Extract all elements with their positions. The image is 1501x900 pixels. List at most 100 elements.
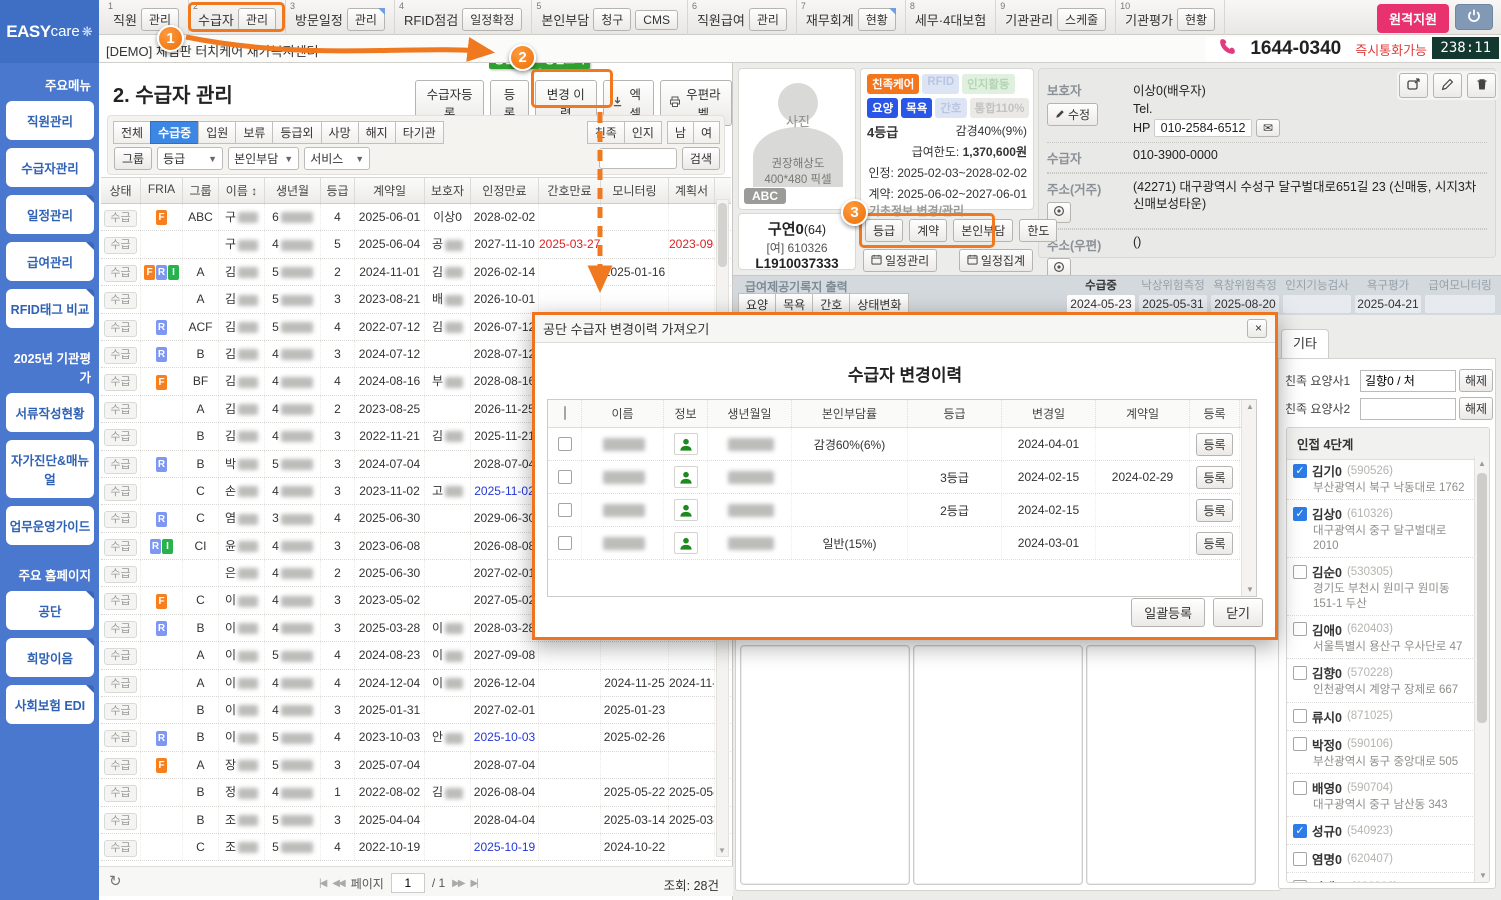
table-row[interactable]: 수급B이432025-01-312027-02-012025-01-23 xyxy=(101,697,731,724)
modal-table-row[interactable]: 감경60%(6%)2024-04-01등록 xyxy=(548,428,1256,461)
modal-table-scrollbar[interactable]: ▲ ▼ xyxy=(1241,400,1256,596)
scroll-up-icon[interactable]: ▲ xyxy=(1475,459,1489,468)
row-register-button[interactable]: 등록 xyxy=(1196,466,1232,489)
sidebar-item-자가진단&매뉴얼[interactable]: 자가진단&매뉴얼 xyxy=(6,440,94,498)
nav-item-label[interactable]: 방문일정 xyxy=(295,6,343,29)
nav-item-label[interactable]: 수급자 xyxy=(198,6,234,29)
nearby-checkbox[interactable] xyxy=(1293,880,1307,882)
page-input[interactable] xyxy=(391,873,425,893)
caregiver2-input[interactable] xyxy=(1360,398,1456,420)
nearby-list-item[interactable]: 김애0(620403)서울특별시 용산구 우사단로 47 xyxy=(1287,616,1475,659)
column-header-계획서[interactable]: 계획서 xyxy=(669,178,715,203)
nav-item-label[interactable]: 기관평가 xyxy=(1125,6,1173,29)
filter-tab-인지[interactable]: 인지 xyxy=(624,121,662,144)
nearby-list-item[interactable]: 배영0(590704)대구광역시 중구 남산동 343 xyxy=(1287,774,1475,817)
prev-page-icon[interactable]: ◀◀ xyxy=(332,878,343,889)
nearby-list-item[interactable]: ✓김기0(590526)부산광역시 북구 낙동대로 1762 xyxy=(1287,457,1475,500)
nav-item-label[interactable]: 본인부담 xyxy=(541,6,589,29)
nearby-list-item[interactable]: ✓김상0(610326)대구광역시 중구 달구벌대로 2010 xyxy=(1287,500,1475,558)
filter-tab-타기관[interactable]: 타기관 xyxy=(395,121,444,144)
nearby-checkbox[interactable] xyxy=(1293,737,1307,751)
status-date-chip[interactable] xyxy=(1283,295,1351,313)
nearby-checkbox[interactable] xyxy=(1293,666,1307,680)
search-input[interactable] xyxy=(599,148,677,169)
nearby-checkbox[interactable]: ✓ xyxy=(1293,507,1307,521)
filter-tab-전체[interactable]: 전체 xyxy=(113,121,151,144)
nearby-scrollbar[interactable]: ▲ ▼ xyxy=(1474,457,1489,882)
nav-button-관리[interactable]: 관리 xyxy=(749,8,787,31)
nav-item-label[interactable]: RFID점검 xyxy=(404,6,458,29)
nearby-list-item[interactable]: 염명0(620407) xyxy=(1287,845,1475,873)
nav-item-label[interactable]: 직원급여 xyxy=(697,6,745,29)
row-checkbox[interactable] xyxy=(558,437,572,451)
sidebar-item-직원관리[interactable]: 직원관리 xyxy=(6,101,94,140)
column-header-생년월[interactable]: 생년월 xyxy=(265,178,321,203)
nav-button-현황[interactable]: 현황 xyxy=(1177,8,1215,31)
row-checkbox[interactable] xyxy=(558,503,572,517)
sort-icon[interactable]: ↕ xyxy=(248,184,257,198)
scroll-up-icon[interactable]: ▲ xyxy=(1246,402,1254,411)
nearby-checkbox[interactable] xyxy=(1293,852,1307,866)
nearby-checkbox[interactable]: ✓ xyxy=(1293,824,1307,838)
filter-tab-보류[interactable]: 보류 xyxy=(235,121,273,144)
delete-button[interactable] xyxy=(1467,73,1496,98)
table-row[interactable]: 수급FA장532025-07-042028-07-04 xyxy=(101,752,731,779)
schedule-manage-button[interactable]: 일정관리 xyxy=(863,249,937,272)
search-button[interactable]: 검색 xyxy=(682,147,720,170)
select-등급[interactable]: 등급▼ xyxy=(157,147,223,170)
row-register-button[interactable]: 등록 xyxy=(1196,532,1232,555)
sidebar-item-사회보험 EDI[interactable]: 사회보험 EDI xyxy=(6,685,94,724)
sidebar-item-희망이음[interactable]: 희망이음 xyxy=(6,638,94,677)
person-info-icon[interactable] xyxy=(674,433,698,455)
modal-table-row[interactable]: 2등급2024-02-15등록 xyxy=(548,494,1256,527)
column-header-모니터링[interactable]: 모니터링 xyxy=(601,178,669,203)
table-row[interactable]: 수급B조532025-04-042028-04-042025-03-142025… xyxy=(101,807,731,834)
column-header-보호자[interactable]: 보호자 xyxy=(425,178,471,203)
open-window-button[interactable] xyxy=(1399,73,1428,98)
table-row[interactable]: 수급RB이542023-10-03안2025-10-032025-02-26 xyxy=(101,724,731,751)
status-date-chip[interactable]: 2025-05-31 xyxy=(1139,295,1207,313)
modal-table-row[interactable]: 3등급2024-02-152024-02-29등록 xyxy=(548,461,1256,494)
column-header-FRIA[interactable]: FRIA xyxy=(141,178,183,203)
row-checkbox[interactable] xyxy=(558,470,572,484)
modal-close-button[interactable]: 닫기 xyxy=(1213,598,1263,627)
sidebar-item-RFID태그 비교[interactable]: RFID태그 비교 xyxy=(6,289,94,328)
nav-button-CMS[interactable]: CMS xyxy=(635,10,678,30)
nav-button-관리[interactable]: 관리 xyxy=(347,8,385,31)
column-header-인정만료[interactable]: 인정만료 xyxy=(471,178,539,203)
select-서비스[interactable]: 서비스▼ xyxy=(304,147,370,170)
nearby-list-item[interactable]: ✓성규0(540923) xyxy=(1287,817,1475,845)
caregiver1-clear-button[interactable]: 해제 xyxy=(1459,369,1493,392)
scrollbar-thumb[interactable] xyxy=(1477,473,1487,723)
filter-tab-남[interactable]: 남 xyxy=(667,121,694,144)
nearby-checkbox[interactable] xyxy=(1293,565,1307,579)
nav-button-스케줄[interactable]: 스케줄 xyxy=(1057,8,1106,31)
manage-button-계약[interactable]: 계약 xyxy=(909,219,947,242)
status-date-chip[interactable] xyxy=(1425,295,1495,313)
remote-support-button[interactable]: 원격지원 xyxy=(1377,4,1449,33)
filter-tab-사망[interactable]: 사망 xyxy=(321,121,359,144)
table-row[interactable]: 수급FRIA김522024-11-01김2026-02-142025-01-16 xyxy=(101,259,731,286)
nav-button-관리[interactable]: 관리 xyxy=(141,8,179,31)
manage-button-본인부담[interactable]: 본인부담 xyxy=(953,219,1013,242)
column-header-등급[interactable]: 등급 xyxy=(321,178,355,203)
status-date-chip[interactable]: 2024-05-23 xyxy=(1067,295,1135,313)
column-header-상태[interactable]: 상태 xyxy=(101,178,141,203)
row-checkbox[interactable] xyxy=(558,536,572,550)
nav-item-label[interactable]: 재무회계 xyxy=(806,6,854,29)
nearby-checkbox[interactable] xyxy=(1293,709,1307,723)
status-date-chip[interactable]: 2025-04-21 xyxy=(1355,295,1421,313)
column-header-이름[interactable]: 이름 ↕ xyxy=(219,178,265,203)
column-header-간호만료[interactable]: 간호만료 xyxy=(539,178,601,203)
nearby-checkbox[interactable]: ✓ xyxy=(1293,464,1307,478)
table-row[interactable]: 수급C조542022-10-192025-10-192024-10-22 xyxy=(101,834,731,861)
group-button[interactable]: 그룹 xyxy=(114,147,152,170)
schedule-summary-button[interactable]: 일정집계 xyxy=(959,249,1033,272)
nav-item-label[interactable]: 세무·4대보험 xyxy=(915,6,986,29)
nav-button-관리[interactable]: 관리 xyxy=(238,8,276,31)
scrollbar-thumb[interactable] xyxy=(718,203,727,267)
nav-button-일정확정[interactable]: 일정확정 xyxy=(462,8,522,31)
nav-button-청구[interactable]: 청구 xyxy=(593,8,631,31)
scroll-down-icon[interactable]: ▼ xyxy=(718,846,726,855)
sidebar-item-공단[interactable]: 공단 xyxy=(6,591,94,630)
